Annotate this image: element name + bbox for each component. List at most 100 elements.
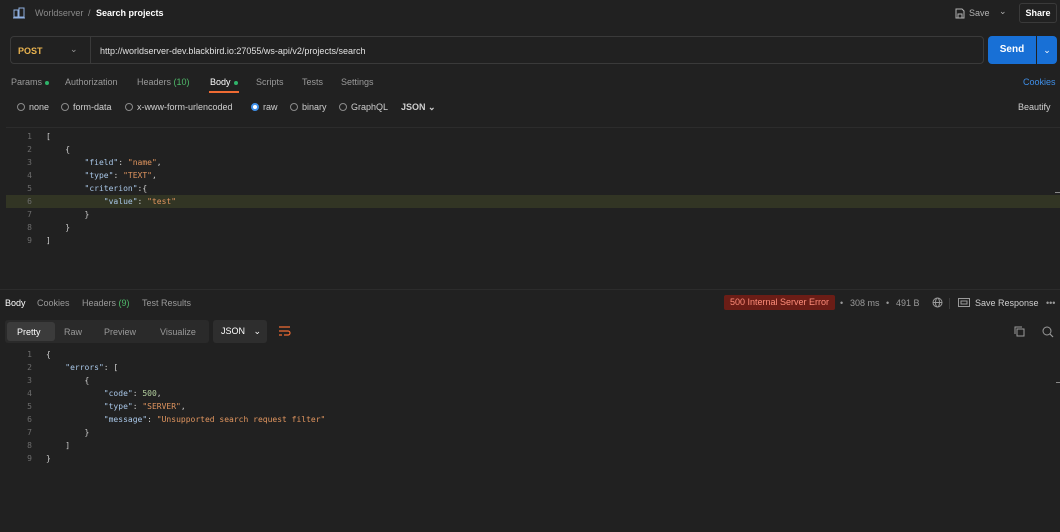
pane-divider[interactable] — [0, 289, 1060, 290]
radio-urlencoded[interactable]: x-www-form-urlencoded — [125, 102, 233, 112]
request-body-editor[interactable]: 1[2 {3 "field": "name", 4 "type": "TEXT",… — [6, 127, 1060, 287]
share-button[interactable]: Share — [1019, 3, 1057, 23]
response-body-line[interactable]: 6 "message": "Unsupported search request… — [6, 413, 1060, 426]
response-body-line[interactable]: 5 "type": "SERVER", — [6, 400, 1060, 413]
code-text: "type": "TEXT", — [84, 171, 157, 180]
more-options-icon[interactable]: ••• — [1046, 298, 1055, 308]
view-tab-raw[interactable]: Raw — [64, 327, 82, 337]
save-response-button[interactable]: Save Response — [975, 298, 1039, 308]
radio-icon — [17, 103, 25, 111]
breadcrumb-workspace[interactable]: Worldserver — [35, 8, 83, 18]
line-number: 8 — [27, 223, 32, 232]
chevron-down-icon[interactable]: ⌄ — [70, 44, 78, 55]
code-text: ] — [46, 236, 51, 245]
tab-body[interactable]: Body — [210, 77, 238, 87]
tab-headers[interactable]: Headers (10) — [137, 77, 190, 87]
tab-authorization[interactable]: Authorization — [65, 77, 118, 87]
request-body-line[interactable]: 2 { — [6, 143, 1060, 156]
code-text: { — [46, 350, 51, 359]
method-select[interactable]: POST — [18, 46, 43, 56]
tab-scripts[interactable]: Scripts — [256, 77, 284, 87]
line-number: 3 — [27, 158, 32, 167]
globe-icon[interactable] — [932, 297, 943, 308]
send-options-chevron-icon[interactable]: ⌄ — [1037, 36, 1057, 64]
scrollbar-marker — [1055, 192, 1060, 193]
beautify-link[interactable]: Beautify — [1018, 102, 1051, 112]
code-text: { — [46, 376, 90, 385]
response-body-line[interactable]: 3 { — [6, 374, 1060, 387]
response-body-viewer[interactable]: 1{2 "errors": [3 {4 "code": 500, 5 "type"… — [6, 346, 1060, 476]
request-body-line[interactable]: 1[ — [6, 130, 1060, 143]
chevron-down-icon: ⌄ — [428, 102, 436, 112]
save-icon[interactable] — [955, 8, 965, 19]
request-body-line[interactable]: 7 } — [6, 208, 1060, 221]
chevron-down-icon[interactable]: ⌄ — [999, 6, 1007, 17]
code-text: "field": "name", — [84, 158, 162, 167]
response-tab-test-results[interactable]: Test Results — [142, 298, 191, 308]
save-button[interactable]: Save — [969, 8, 990, 18]
response-tab-body[interactable]: Body — [5, 298, 26, 308]
tab-headers-count: (10) — [173, 77, 190, 87]
line-number: 3 — [27, 376, 32, 385]
response-body-line[interactable]: 8 ] — [6, 439, 1060, 452]
response-body-line[interactable]: 2 "errors": [ — [6, 361, 1060, 374]
status-badge[interactable]: 500 Internal Server Error — [724, 295, 835, 310]
view-tab-visualize[interactable]: Visualize — [160, 327, 196, 337]
url-input[interactable]: http://worldserver-dev.blackbird.io:2705… — [100, 46, 365, 56]
request-body-line[interactable]: 9] — [6, 234, 1060, 247]
tab-tests[interactable]: Tests — [302, 77, 323, 87]
response-body-line[interactable]: 4 "code": 500, — [6, 387, 1060, 400]
code-text: "code": 500, — [103, 389, 162, 398]
send-button[interactable]: Send — [988, 36, 1036, 64]
breadcrumb-separator: / — [88, 8, 91, 18]
radio-graphql[interactable]: GraphQL — [339, 102, 388, 112]
response-tab-headers[interactable]: Headers (9) — [82, 298, 130, 308]
radio-urlencoded-label: x-www-form-urlencoded — [137, 102, 233, 112]
radio-none-label: none — [29, 102, 50, 112]
response-body-line[interactable]: 1{ — [6, 348, 1060, 361]
radio-binary[interactable]: binary — [290, 102, 327, 112]
radio-none[interactable]: none — [17, 102, 49, 112]
code-text: [ — [46, 132, 51, 141]
response-time[interactable]: 308 ms — [850, 298, 880, 308]
response-tab-cookies[interactable]: Cookies — [37, 298, 70, 308]
view-tab-preview[interactable]: Preview — [104, 327, 136, 337]
request-body-line[interactable]: 4 "type": "TEXT", — [6, 169, 1060, 182]
wrap-lines-icon[interactable] — [274, 321, 295, 342]
chevron-down-icon: ⌄ — [253, 326, 262, 336]
divider — [90, 37, 91, 63]
line-number: 1 — [27, 132, 32, 141]
code-text: } — [46, 428, 90, 437]
save-response-icon[interactable] — [958, 298, 970, 307]
line-number: 2 — [27, 145, 32, 154]
copy-icon[interactable] — [1014, 326, 1025, 337]
request-body-line[interactable]: 6 "value": "test" — [6, 195, 1060, 208]
request-body-line[interactable]: 5 "criterion":{ — [6, 182, 1060, 195]
radio-raw[interactable]: raw — [251, 102, 278, 112]
request-body-line[interactable]: 8 } — [6, 221, 1060, 234]
code-text: "errors": [ — [65, 363, 119, 372]
response-body-line[interactable]: 9} — [6, 452, 1060, 465]
view-tab-pretty[interactable]: Pretty — [17, 327, 41, 337]
line-number: 7 — [27, 428, 32, 437]
tab-params[interactable]: Params — [11, 77, 50, 87]
search-icon[interactable] — [1042, 326, 1054, 338]
page-title[interactable]: Search projects — [96, 8, 164, 18]
status-dot-icon — [233, 80, 238, 85]
response-tab-headers-label: Headers — [82, 298, 117, 308]
tab-params-label: Params — [11, 77, 43, 87]
cookies-link[interactable]: Cookies — [1023, 77, 1056, 87]
response-format-label: JSON — [221, 326, 246, 336]
response-body-line[interactable]: 7 } — [6, 426, 1060, 439]
code-text: { — [46, 145, 71, 154]
line-number: 9 — [27, 236, 32, 245]
response-format-select[interactable]: JSON ⌄ — [213, 320, 267, 343]
request-body-line[interactable]: 3 "field": "name", — [6, 156, 1060, 169]
line-number: 6 — [27, 197, 32, 206]
code-text: "criterion":{ — [84, 184, 148, 193]
response-size[interactable]: 491 B — [896, 298, 920, 308]
radio-binary-label: binary — [302, 102, 327, 112]
tab-settings[interactable]: Settings — [341, 77, 374, 87]
radio-form-data[interactable]: form-data — [61, 102, 112, 112]
body-format-select[interactable]: JSON ⌄ — [401, 102, 436, 113]
